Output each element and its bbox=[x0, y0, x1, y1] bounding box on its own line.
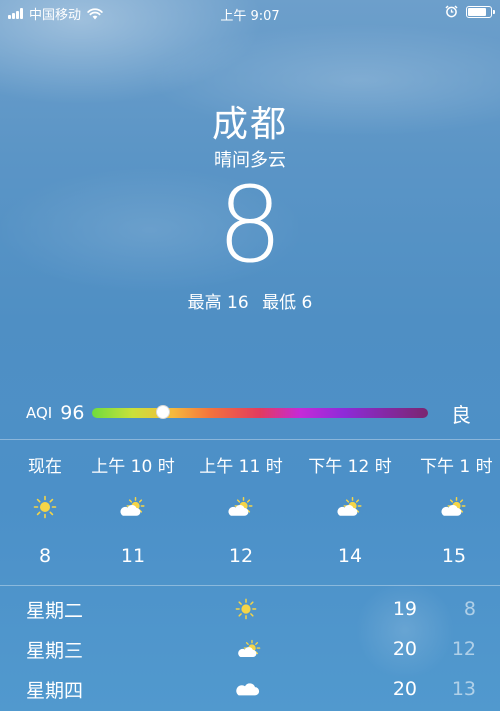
hour-label: 下午 1 时 bbox=[420, 457, 493, 477]
day-name: 星期三 bbox=[26, 640, 84, 662]
day-high: 19 bbox=[392, 598, 417, 620]
partly-cloudy-icon bbox=[235, 638, 264, 664]
aqi-scale-bar bbox=[92, 405, 429, 419]
low-temperature: 最低 6 bbox=[262, 293, 313, 313]
hour-label: 上午 10 时 bbox=[91, 457, 175, 477]
partly-cloudy-icon bbox=[191, 495, 291, 519]
hourly-forecast[interactable]: 现在 8 上午 10 时 11 上午 11 时 12 下午 12 时 14 下午… bbox=[0, 440, 500, 585]
hour-temperature: 15 bbox=[441, 545, 467, 567]
aqi-label: AQI bbox=[26, 404, 53, 422]
city-name: 成都 bbox=[211, 104, 288, 145]
hour-label: 下午 12 时 bbox=[308, 457, 392, 477]
day-high: 20 bbox=[392, 638, 417, 660]
sun-icon bbox=[0, 495, 95, 519]
day-low: 12 bbox=[451, 638, 476, 660]
partly-cloudy-icon bbox=[408, 495, 500, 519]
partly-cloudy-icon bbox=[83, 495, 183, 519]
status-right bbox=[445, 5, 495, 18]
day-low: 8 bbox=[463, 598, 476, 620]
sun-icon bbox=[235, 598, 257, 624]
status-time: 上午 9:07 bbox=[220, 9, 280, 24]
aqi-level: 良 bbox=[451, 403, 471, 427]
aqi-value: 96 bbox=[60, 402, 85, 424]
cloud-icon bbox=[235, 678, 261, 704]
hour-temperature: 8 bbox=[38, 545, 52, 567]
aqi-indicator bbox=[155, 405, 170, 419]
alarm-clock-icon bbox=[445, 5, 458, 18]
hour-temperature: 11 bbox=[120, 545, 146, 567]
status-bar: 中国移动 上午 9:07 bbox=[0, 0, 500, 26]
high-temperature: 最高 16 bbox=[187, 293, 249, 313]
day-name: 星期二 bbox=[26, 600, 84, 622]
hour-temperature: 14 bbox=[337, 545, 363, 567]
day-high: 20 bbox=[392, 678, 417, 700]
divider bbox=[0, 585, 500, 586]
high-low: 最高 16 最低 6 bbox=[0, 288, 500, 313]
aqi-row[interactable]: AQI 96 bbox=[26, 400, 476, 426]
hour-label: 现在 bbox=[28, 457, 62, 477]
battery-icon bbox=[466, 5, 495, 18]
day-low: 13 bbox=[451, 678, 476, 700]
daily-row[interactable]: 星期三 20 12 bbox=[0, 630, 500, 668]
partly-cloudy-icon bbox=[300, 495, 400, 519]
hour-label: 上午 11 时 bbox=[199, 457, 283, 477]
daily-row[interactable]: 星期四 20 13 bbox=[0, 670, 500, 708]
current-temperature: 8 bbox=[216, 164, 284, 286]
day-name: 星期四 bbox=[26, 680, 84, 702]
hour-temperature: 12 bbox=[228, 545, 254, 567]
daily-row[interactable]: 星期二 19 8 bbox=[0, 590, 500, 628]
